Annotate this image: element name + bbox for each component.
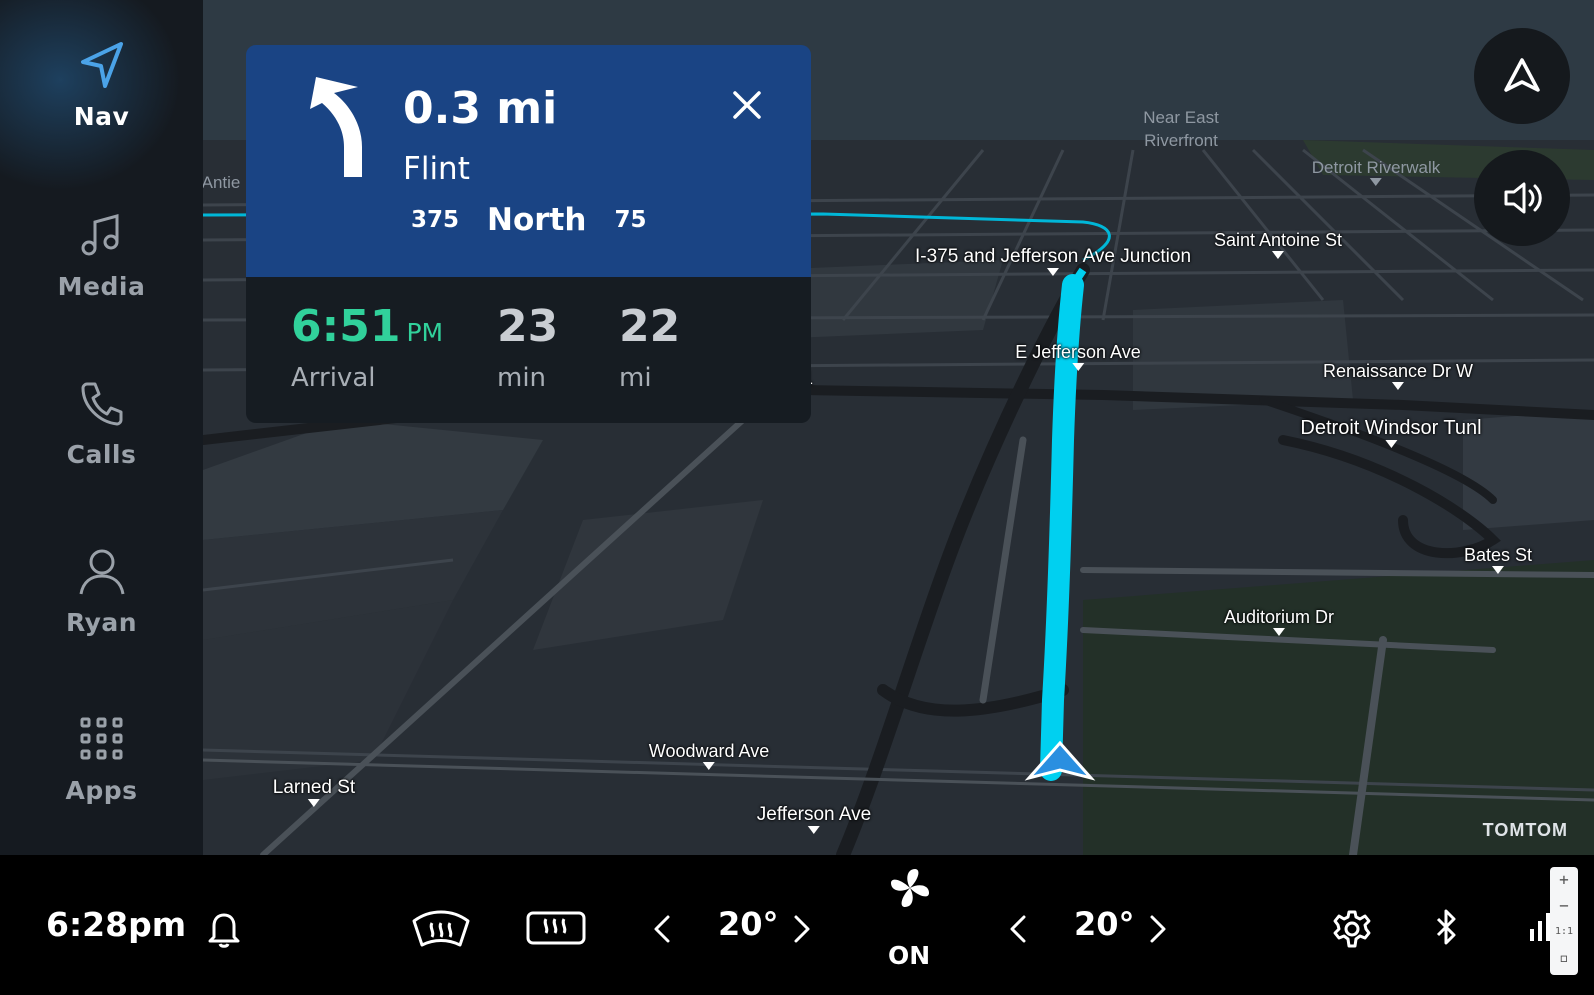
map-label-detroit-riverwalk: Detroit Riverwalk (1312, 158, 1440, 186)
map-label-bates: Bates St (1464, 545, 1532, 574)
sidebar-item-profile[interactable]: Ryan (0, 534, 203, 674)
chevron-right-icon[interactable] (1148, 913, 1168, 945)
sidebar-item-label: Ryan (65, 608, 138, 637)
rear-defrost-icon[interactable] (524, 909, 588, 949)
arrival-time: 6:51 PM (291, 301, 444, 352)
minutes-label: min (497, 363, 547, 393)
sidebar-item-label: Apps (65, 776, 138, 805)
voice-volume-button[interactable] (1474, 150, 1570, 246)
turn-left-arrow-icon (310, 77, 362, 177)
sidebar-item-nav[interactable]: Nav (0, 28, 203, 168)
zoom-out-button[interactable]: − (1550, 893, 1578, 919)
bluetooth-icon[interactable] (1432, 907, 1460, 947)
music-note-icon (81, 214, 118, 256)
eta-card[interactable]: 6:51 PM Arrival 23 min 22 mi (246, 277, 811, 423)
front-defrost-icon[interactable] (410, 907, 472, 951)
arrival-label: Arrival (291, 363, 376, 393)
chevron-right-icon[interactable] (792, 913, 812, 945)
tomtom-logo: TOMTOM (1482, 820, 1568, 840)
heading-up-button[interactable] (1474, 28, 1570, 124)
signal-icon (1530, 913, 1550, 941)
clock: 6:28pm (46, 905, 187, 944)
zoom-controls: + − 1:1 ▫ (1550, 867, 1578, 975)
route-signage: 375 North 75 (411, 202, 646, 238)
phone-icon (81, 382, 122, 426)
map-label-auditorium: Auditorium Dr (1224, 607, 1334, 636)
sidebar-item-calls[interactable]: Calls (0, 366, 203, 506)
sidebar: Nav Media Calls Ryan Apps (0, 0, 203, 855)
distance-label: mi (619, 363, 652, 393)
map-label-antie: Antie (203, 173, 241, 192)
map-label-e-jefferson: E Jefferson Ave (1015, 342, 1141, 371)
map-label-saint-antoine: Saint Antoine St (1214, 230, 1342, 259)
chevron-left-icon[interactable] (1008, 913, 1028, 945)
compass-arrow-icon (1504, 58, 1540, 92)
arrival-ampm: PM (406, 318, 444, 347)
fan-icon[interactable] (887, 865, 933, 911)
navigation-arrow-icon (80, 42, 123, 88)
remaining-distance: 22 (619, 301, 681, 352)
system-bar: 6:28pm 20° ON 20° (0, 855, 1594, 995)
map-label-jefferson: Jefferson Ave (757, 804, 871, 834)
map-label-woodward: Woodward Ave (649, 741, 769, 770)
chevron-left-icon[interactable] (652, 913, 672, 945)
maneuver-street: Flint (403, 151, 470, 187)
speaker-volume-icon (1504, 182, 1542, 214)
sidebar-item-label: Media (57, 272, 146, 301)
map-label-renaissance: Renaissance Dr W (1323, 361, 1473, 390)
map-label-riverfront: Riverfront (1144, 131, 1218, 150)
route-direction: North (487, 202, 587, 238)
zoom-reset-button[interactable]: 1:1 (1550, 919, 1578, 945)
route-shield-375: 375 (411, 207, 460, 233)
map-label-i375-junction: I-375 and Jefferson Ave Junction (915, 246, 1191, 276)
passenger-temperature: 20° (1074, 905, 1135, 943)
zoom-in-button[interactable]: + (1550, 867, 1578, 893)
sidebar-item-label: Nav (73, 102, 130, 131)
map-label-detroit-windsor: Detroit Windsor Tunl (1300, 417, 1482, 448)
sidebar-item-label: Calls (66, 440, 137, 469)
app-root: Nav Media Calls Ryan Apps Antie Near Eas… (0, 0, 1594, 995)
driver-temperature: 20° (718, 905, 779, 943)
close-icon[interactable] (729, 87, 765, 123)
maneuver-distance: 0.3 mi (403, 83, 558, 134)
bell-icon[interactable] (206, 909, 242, 949)
user-profile-icon (79, 549, 124, 595)
map-label-near-east: Near East (1143, 108, 1219, 127)
fan-status[interactable]: ON (888, 941, 930, 970)
settings-gear-icon[interactable] (1332, 909, 1372, 949)
next-maneuver-card[interactable]: 0.3 mi Flint 375 North 75 (246, 45, 811, 277)
route-shield-75: 75 (614, 207, 647, 233)
apps-grid-icon (80, 717, 122, 760)
fullscreen-icon[interactable]: ▫ (1550, 945, 1578, 971)
sidebar-item-media[interactable]: Media (0, 198, 203, 338)
map-label-larned: Larned St (273, 777, 355, 807)
sidebar-item-apps[interactable]: Apps (0, 702, 203, 842)
remaining-minutes: 23 (497, 301, 559, 352)
